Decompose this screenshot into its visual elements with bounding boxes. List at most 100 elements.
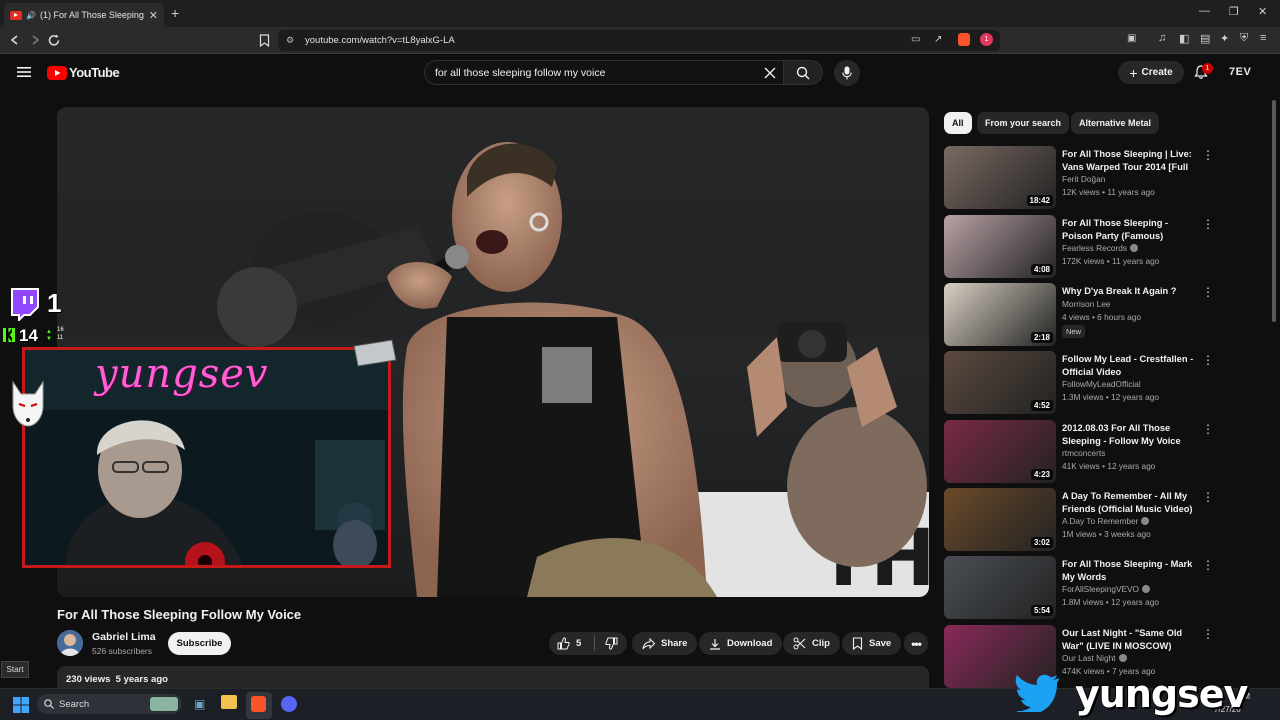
hamburger-menu-icon[interactable] <box>17 66 31 78</box>
recommendation-title[interactable]: 2012.08.03 For All Those Sleeping - Foll… <box>1062 422 1197 448</box>
search-input[interactable]: for all those sleeping follow my voice <box>424 60 785 85</box>
close-window-icon[interactable]: ✕ <box>1258 5 1267 18</box>
sidebar-icon[interactable]: ◧ <box>1179 32 1189 45</box>
close-tab-icon[interactable]: ✕ <box>149 9 158 22</box>
new-tab-button[interactable]: + <box>171 5 179 21</box>
recommendation-item[interactable]: 18:42 For All Those Sleeping | Live: Vans… <box>944 146 1216 210</box>
download-button[interactable]: Download <box>699 632 783 655</box>
save-button[interactable]: Save <box>842 632 902 655</box>
chip-alternative-metal[interactable]: Alternative Metal <box>1071 112 1160 134</box>
subscribe-button[interactable]: Subscribe <box>168 632 231 655</box>
channel-name[interactable]: Gabriel Lima <box>92 631 156 643</box>
recommendation-channel[interactable]: ForAllSleepingVEVO <box>1062 584 1151 594</box>
page-scrollbar[interactable] <box>1272 100 1276 322</box>
channel-name-text: Morrison Lee <box>1062 299 1111 309</box>
more-vertical-icon[interactable]: ⋮ <box>1202 490 1214 504</box>
recommendation-title[interactable]: For All Those Sleeping - Mark My Words <box>1062 558 1197 584</box>
chip-all[interactable]: All <box>944 112 972 134</box>
youtube-logo[interactable]: YouTube <box>47 65 120 80</box>
recommendation-channel[interactable]: FollowMyLeadOfficial <box>1062 379 1141 389</box>
recommendation-thumbnail[interactable]: 2:18 <box>944 283 1056 346</box>
more-vertical-icon[interactable]: ⋮ <box>1202 148 1214 162</box>
save-label: Save <box>869 638 892 649</box>
channel-avatar[interactable] <box>57 630 83 656</box>
cast-icon[interactable]: ▭ <box>911 34 920 45</box>
forward-icon[interactable] <box>29 34 41 46</box>
new-badge: New <box>1062 325 1086 338</box>
restore-icon[interactable]: ❐ <box>1229 5 1239 18</box>
more-vertical-icon[interactable]: ⋮ <box>1202 217 1214 231</box>
like-button[interactable]: 5 <box>557 637 581 650</box>
browser-tab[interactable]: 🔊 (1) For All Those Sleeping Fol ✕ <box>4 3 164 27</box>
recommendation-channel[interactable]: Ferit Doğan <box>1062 174 1105 184</box>
channel-name-text: Our Last Night <box>1062 653 1116 663</box>
discord-taskbar-icon[interactable] <box>281 696 297 712</box>
vpn-icon[interactable]: ⛨ <box>1240 32 1248 45</box>
more-vertical-icon[interactable]: ⋮ <box>1202 285 1214 299</box>
clear-search-icon[interactable] <box>764 67 776 79</box>
windows-start-icon[interactable] <box>13 697 29 713</box>
recommendation-thumbnail[interactable]: 3:02 <box>944 488 1056 551</box>
recommendation-thumbnail[interactable]: 18:42 <box>944 146 1056 209</box>
leo-icon[interactable]: ✦ <box>1220 32 1229 45</box>
task-view-icon[interactable]: ▣ <box>194 697 205 711</box>
file-explorer-icon[interactable] <box>221 695 237 709</box>
brave-shields-icon[interactable] <box>958 33 970 46</box>
recommendation-title[interactable]: Why D'ya Break It Again ? <box>1062 285 1197 298</box>
recommendation-title[interactable]: For All Those Sleeping - Poison Party (F… <box>1062 217 1197 243</box>
recommendation-title[interactable]: Our Last Night - "Same Old War" (LIVE IN… <box>1062 627 1197 653</box>
recommendation-item[interactable]: 4:08 For All Those Sleeping - Poison Part… <box>944 215 1216 279</box>
create-button[interactable]: + Create <box>1118 61 1184 84</box>
recommendation-item[interactable]: 3:02 A Day To Remember - All My Friends (… <box>944 488 1216 552</box>
recommendation-item[interactable]: 5:54 For All Those Sleeping - Mark My Wor… <box>944 556 1216 620</box>
browser-toolbar: ⚙ youtube.com/watch?v=tL8yalxG-LA ▭ ↗ 1 … <box>0 27 1280 54</box>
recommendation-title[interactable]: For All Those Sleeping | Live: Vans Warp… <box>1062 148 1197 174</box>
more-vertical-icon[interactable]: ⋮ <box>1202 353 1214 367</box>
account-avatar[interactable]: 7EV <box>1229 66 1251 78</box>
recommendation-title[interactable]: Follow My Lead - Crestfallen - Official … <box>1062 353 1197 379</box>
recommendation-thumbnail[interactable]: 5:54 <box>944 556 1056 619</box>
back-icon[interactable] <box>9 34 21 46</box>
url-field[interactable]: ⚙ youtube.com/watch?v=tL8yalxG-LA ▭ ↗ 1 <box>278 30 1000 51</box>
more-vertical-icon[interactable]: ⋮ <box>1202 558 1214 572</box>
media-icon[interactable]: ▣ <box>1127 33 1136 44</box>
share-button[interactable]: Share <box>632 632 698 655</box>
more-vertical-icon[interactable]: ⋮ <box>1202 422 1214 436</box>
search-query-text: for all those sleeping follow my voice <box>435 66 606 79</box>
more-vertical-icon[interactable]: ⋮ <box>1202 627 1214 641</box>
recommendation-channel[interactable]: Morrison Lee <box>1062 299 1110 309</box>
chip-from-your-search[interactable]: From your search <box>977 112 1070 134</box>
kick-stat-bottom: 11 <box>57 335 64 341</box>
recommendation-title[interactable]: A Day To Remember - All My Friends (Offi… <box>1062 490 1197 516</box>
recommendation-item[interactable]: 2:18 Why D'ya Break It Again ? Morrison Le… <box>944 283 1216 347</box>
recommendation-thumbnail[interactable]: 4:08 <box>944 215 1056 278</box>
voice-search-button[interactable] <box>834 60 860 86</box>
channel-subscriber-count: 526 subscribers <box>92 646 153 656</box>
recommendation-channel[interactable]: Our Last Night <box>1062 653 1127 663</box>
more-actions-button[interactable]: ••• <box>904 632 928 655</box>
verified-check-icon <box>1130 244 1139 252</box>
taskbar-search[interactable]: Search <box>37 694 182 714</box>
wallet-icon[interactable]: ▤ <box>1200 32 1210 45</box>
recommendation-thumbnail[interactable]: 4:52 <box>944 351 1056 414</box>
minimize-icon[interactable]: — <box>1199 5 1210 17</box>
music-icon[interactable]: ♫ <box>1158 32 1166 44</box>
recommendation-channel[interactable]: Fearless Records <box>1062 243 1139 253</box>
brave-rewards-icon[interactable]: 1 <box>980 33 993 46</box>
recommendation-item[interactable]: 4:23 2012.08.03 For All Those Sleeping - … <box>944 420 1216 484</box>
thumbs-down-icon[interactable] <box>605 637 618 650</box>
recommendation-thumbnail[interactable]: 4:23 <box>944 420 1056 483</box>
reload-icon[interactable] <box>48 34 61 47</box>
recommendation-channel[interactable]: A Day To Remember <box>1062 516 1150 526</box>
brave-taskbar-icon[interactable] <box>251 696 266 712</box>
search-button[interactable] <box>783 60 823 85</box>
menu-icon[interactable]: ≡ <box>1260 32 1266 44</box>
plus-icon: + <box>1129 64 1138 81</box>
bookmark-icon[interactable] <box>259 34 270 47</box>
recommendation-item[interactable]: 4:52 Follow My Lead - Crestfallen - Offic… <box>944 351 1216 415</box>
recommendation-channel[interactable]: rtmconcerts <box>1062 448 1105 458</box>
channel-name-text: A Day To Remember <box>1062 516 1139 526</box>
site-info-icon[interactable]: ⚙ <box>286 35 294 46</box>
share-page-icon[interactable]: ↗ <box>934 34 942 45</box>
clip-button[interactable]: Clip <box>783 632 840 655</box>
